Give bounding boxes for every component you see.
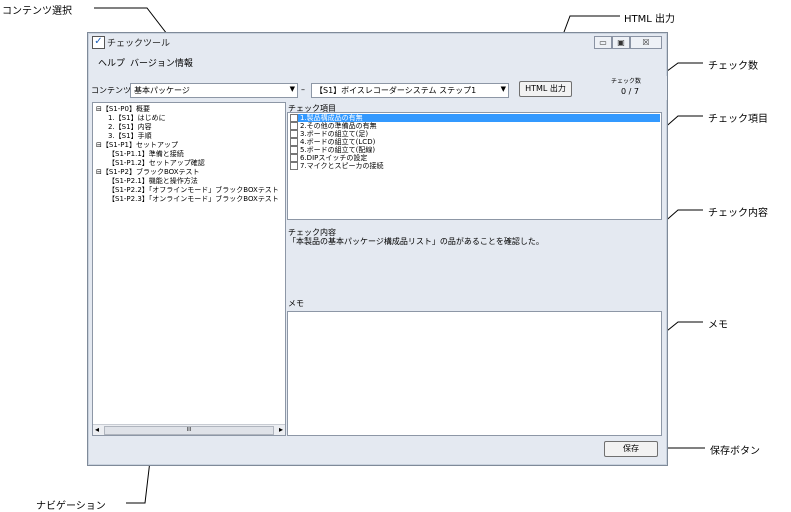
scroll-right-icon[interactable]: ▸ xyxy=(279,425,283,434)
check-content-text: 「本製品の基本パッケージ構成品リスト」の品があることを確認した。 xyxy=(288,237,544,246)
content-select[interactable]: 基本パッケージ ▼ xyxy=(130,83,298,98)
checkbox[interactable] xyxy=(290,146,298,154)
callout-navigation: ナビゲーション xyxy=(36,501,106,512)
step-select[interactable]: 【S1】ボイスレコーダーシステム ステップ1 ▼ xyxy=(311,83,509,98)
callout-check-count: チェック数 xyxy=(708,61,758,72)
scroll-left-icon[interactable]: ◂ xyxy=(95,425,99,434)
check-item-label: 2.その他の準備品の有無 xyxy=(300,122,377,130)
menu-version-info[interactable]: バージョン情報 xyxy=(130,56,193,69)
check-item-row[interactable]: 4.ボードの組立て(LCD) xyxy=(290,138,660,146)
tree-item[interactable]: 【S1-P1.2】セットアップ確認 xyxy=(108,159,205,168)
maximize-button[interactable]: ▣ xyxy=(612,36,630,49)
checkbox[interactable] xyxy=(290,138,298,146)
memo-label: メモ xyxy=(288,299,304,308)
check-item-row[interactable]: 5.ボードの組立て(配線) xyxy=(290,146,660,154)
step-select-value: 【S1】ボイスレコーダーシステム ステップ1 xyxy=(315,86,477,95)
menu-bar: ヘルプ バージョン情報 xyxy=(88,53,667,69)
check-item-label: 5.ボードの組立て(配線) xyxy=(300,146,376,154)
tree-item[interactable]: 3.【S1】手順 xyxy=(108,132,152,141)
callout-save-button: 保存ボタン xyxy=(710,446,760,457)
check-count-label: チェック数 xyxy=(611,78,642,85)
checkbox[interactable] xyxy=(290,162,298,170)
check-item-row[interactable]: 6.DIPスイッチの設定 xyxy=(290,154,660,162)
callout-content-select: コンテンツ選択 xyxy=(2,6,72,17)
save-button[interactable]: 保存 xyxy=(604,441,658,457)
check-item-label: 7.マイクとスピーカの接続 xyxy=(300,162,384,170)
check-item-label: 3.ボードの組立て(足) xyxy=(300,130,369,138)
title-bar[interactable]: ✓ チェックツール ▭ ▣ ☒ xyxy=(88,33,667,52)
check-item-label: 1.製品構成品の有無 xyxy=(300,114,365,122)
check-count-value: 0 / 7 xyxy=(621,87,639,96)
callout-check-content: チェック内容 xyxy=(708,208,768,219)
callout-check-items: チェック項目 xyxy=(708,114,768,125)
check-item-row[interactable]: 1.製品構成品の有無 xyxy=(290,114,660,122)
html-output-button[interactable]: HTML 出力 xyxy=(519,81,572,97)
content-label: コンテンツ xyxy=(91,86,131,95)
check-items-list[interactable]: 1.製品構成品の有無 2.その他の準備品の有無 3.ボードの組立て(足) 4.ボードの… xyxy=(287,112,662,220)
close-button[interactable]: ☒ xyxy=(630,36,662,49)
check-item-row[interactable]: 2.その他の準備品の有無 xyxy=(290,122,660,130)
content-select-value: 基本パッケージ xyxy=(134,86,190,95)
tree-item[interactable]: 1.【S1】はじめに xyxy=(108,114,166,123)
separator-dash: – xyxy=(301,85,305,94)
checkbox[interactable] xyxy=(290,114,298,122)
horizontal-scrollbar[interactable]: ◂ III ▸ xyxy=(93,424,285,435)
dropdown-arrow-icon: ▼ xyxy=(289,85,295,93)
tree-item[interactable]: 【S1-P1.1】準備と接続 xyxy=(108,150,184,159)
navigation-tree[interactable]: ⊟【S1-P0】概要 1.【S1】はじめに 2.【S1】内容 3.【S1】手順 ⊟【S1… xyxy=(92,102,286,436)
check-item-row[interactable]: 7.マイクとスピーカの接続 xyxy=(290,162,660,170)
dropdown-arrow-icon: ▼ xyxy=(500,85,506,93)
scrollbar-thumb[interactable]: III xyxy=(104,426,274,435)
memo-textarea[interactable] xyxy=(287,311,662,436)
tree-item[interactable]: 【S1-P2.3】「オンラインモード」ブラックBOXテスト xyxy=(108,195,279,204)
tree-item[interactable]: 【S1-P2.2】「オフラインモード」ブラックBOXテスト xyxy=(108,186,279,195)
tree-item[interactable]: 2.【S1】内容 xyxy=(108,123,152,132)
checkbox[interactable] xyxy=(290,130,298,138)
app-window: ✓ チェックツール ▭ ▣ ☒ ヘルプ バージョン情報 コンテンツ 基本パッケー… xyxy=(87,32,668,466)
tree-item[interactable]: ⊟【S1-P2】ブラックBOXテスト xyxy=(96,168,200,177)
callout-html-output: HTML 出力 xyxy=(624,14,676,25)
tree-item[interactable]: ⊟【S1-P0】概要 xyxy=(96,105,150,114)
checkbox[interactable] xyxy=(290,154,298,162)
check-item-row[interactable]: 3.ボードの組立て(足) xyxy=(290,130,660,138)
checkmark-icon: ✓ xyxy=(92,36,105,49)
tree-item[interactable]: 【S1-P2.1】機能と操作方法 xyxy=(108,177,198,186)
minimize-button[interactable]: ▭ xyxy=(594,36,612,49)
check-count-box: チェック数 0 / 7 xyxy=(611,76,667,100)
check-item-label: 4.ボードの組立て(LCD) xyxy=(300,138,376,146)
window-title: チェックツール xyxy=(107,39,171,49)
callout-memo: メモ xyxy=(708,320,728,331)
checkbox[interactable] xyxy=(290,122,298,130)
tree-item[interactable]: ⊟【S1-P1】セットアップ xyxy=(96,141,178,150)
check-item-label: 6.DIPスイッチの設定 xyxy=(300,154,368,162)
menu-help[interactable]: ヘルプ xyxy=(98,56,125,69)
